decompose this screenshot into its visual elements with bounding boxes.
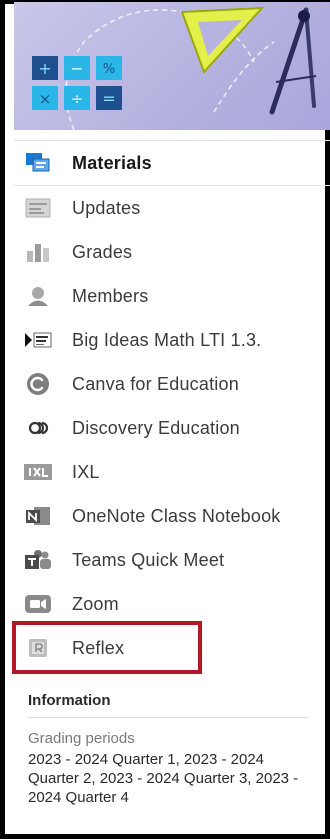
nav-label-grades: Grades [72,241,133,262]
nav-label-materials: Materials [72,152,152,173]
tile-equals: = [102,89,115,108]
ixl-icon [24,460,52,484]
nav-item-teams-quick-meet[interactable]: Teams Quick Meet [14,538,330,582]
information-heading: Information [28,692,111,709]
set-square-icon [180,6,265,74]
nav-label-teams-quick-meet: Teams Quick Meet [72,549,225,570]
materials-icon [24,151,52,175]
nav-label-updates: Updates [72,197,141,218]
tile-times: × [39,90,52,108]
reflex-highlight-box [12,621,202,674]
grading-periods-label: Grading periods [28,730,135,747]
banner-illustration: + − % × ÷ = [32,6,317,130]
teams-icon [24,548,52,572]
nav-item-zoom[interactable]: Zoom [14,582,330,626]
canva-icon [24,372,52,396]
tile-minus: − [70,59,83,78]
updates-icon [24,196,52,220]
tile-percent: % [103,62,115,77]
nav-item-ixl[interactable]: IXL [14,450,330,494]
nav-item-big-ideas-math[interactable]: Big Ideas Math LTI 1.3. [14,318,330,362]
tile-plus: + [38,59,51,78]
members-icon [24,284,52,308]
nav-item-updates[interactable]: Updates [14,186,330,230]
grades-icon [24,240,52,264]
nav-label-discovery-education: Discovery Education [72,417,240,438]
course-nav: Materials Updates Grades Members Big Ide… [14,140,330,670]
onenote-icon [24,504,52,528]
big-ideas-math-icon [24,328,52,352]
nav-item-members[interactable]: Members [14,274,330,318]
nav-label-members: Members [72,285,149,306]
nav-label-zoom: Zoom [72,593,119,614]
grading-periods-value: 2023 - 2024 Quarter 1, 2023 - 2024 Quart… [28,751,299,806]
discovery-education-icon [24,416,52,440]
nav-item-onenote[interactable]: OneNote Class Notebook [14,494,330,538]
nav-item-materials[interactable]: Materials [14,140,330,186]
nav-label-onenote: OneNote Class Notebook [72,505,281,526]
nav-label-canva: Canva for Education [72,373,239,394]
course-banner: + − % × ÷ = [14,2,330,130]
nav-label-ixl: IXL [72,461,100,482]
information-divider [28,717,308,718]
compass-icon [269,7,317,115]
nav-label-big-ideas-math: Big Ideas Math LTI 1.3. [72,329,262,350]
zoom-icon [24,592,52,616]
nav-item-discovery-education[interactable]: Discovery Education [14,406,330,450]
tile-divide: ÷ [71,90,84,108]
nav-item-canva[interactable]: Canva for Education [14,362,330,406]
nav-item-grades[interactable]: Grades [14,230,330,274]
